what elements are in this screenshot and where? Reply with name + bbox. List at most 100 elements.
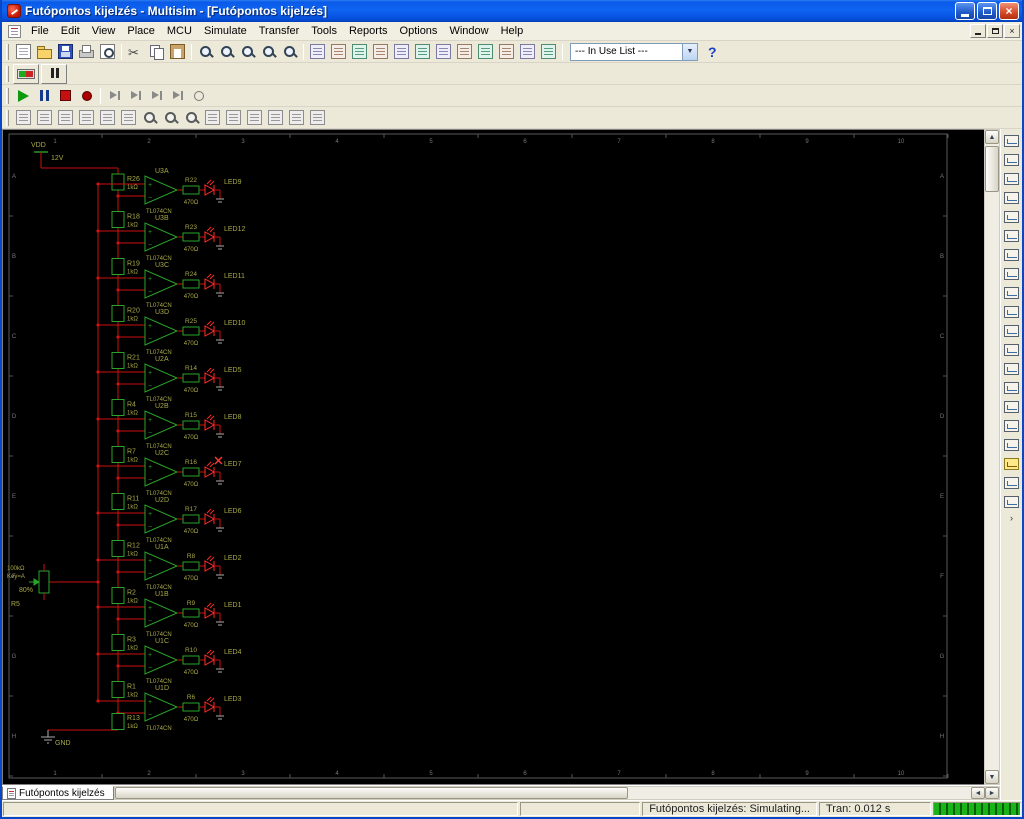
pauseswitch-button[interactable]	[41, 63, 67, 84]
save-button[interactable]	[55, 42, 76, 62]
play-button[interactable]	[13, 86, 34, 106]
toolbar-grip[interactable]	[6, 109, 9, 126]
scroll-right-button[interactable]: ►	[985, 787, 999, 799]
record-button[interactable]	[76, 86, 97, 106]
toolbar-grip[interactable]	[6, 43, 9, 60]
step-into-button[interactable]	[104, 86, 125, 106]
agilent-function-generator-button[interactable]	[1002, 397, 1022, 416]
frequency-counter-button[interactable]	[1002, 245, 1022, 264]
logic-converter-button[interactable]	[1002, 302, 1022, 321]
zoom-full-button[interactable]	[258, 42, 279, 62]
menu-place[interactable]: Place	[121, 23, 161, 39]
current-probe-button[interactable]	[1002, 492, 1022, 511]
restore-button[interactable]	[977, 2, 997, 20]
wattmeter-button[interactable]	[1002, 169, 1022, 188]
schematic-canvas[interactable]: 1 1 2 2 3 3 4 4 5 5 6 6 7 7 8 8 9 9 10 10 A A B B C C D D E E F F G G H H VD…	[2, 129, 984, 785]
vertical-scrollbar[interactable]: ▲ ▼	[984, 129, 1000, 785]
titlebar[interactable]: Futópontos kijelzés - Multisim - [Futópo…	[2, 0, 1022, 22]
run-to-cursor-button[interactable]	[167, 86, 188, 106]
menu-options[interactable]: Options	[394, 23, 444, 39]
menu-mcu[interactable]: MCU	[161, 23, 198, 39]
network-analyzer-button[interactable]	[1002, 378, 1022, 397]
region-capture-button[interactable]	[454, 42, 475, 62]
zoom-in-button[interactable]	[216, 42, 237, 62]
bode-plotter-button[interactable]	[1002, 226, 1022, 245]
child-restore-button[interactable]	[987, 24, 1003, 38]
menu-simulate[interactable]: Simulate	[198, 23, 253, 39]
cursor-button[interactable]	[118, 108, 139, 128]
iv-analyzer-button[interactable]	[1002, 321, 1022, 340]
grapher-button[interactable]	[391, 42, 412, 62]
overlay-traces-button[interactable]	[265, 108, 286, 128]
stop-button[interactable]	[55, 86, 76, 106]
child-close-button[interactable]: ×	[1004, 24, 1020, 38]
page-setup-button[interactable]	[307, 108, 328, 128]
cut-button[interactable]	[125, 42, 146, 62]
spreadsheet-view-button[interactable]	[328, 42, 349, 62]
measurement-probe-button[interactable]	[1002, 454, 1022, 473]
postprocessor-button[interactable]	[412, 42, 433, 62]
save-graph-button[interactable]	[55, 108, 76, 128]
menu-window[interactable]: Window	[443, 23, 494, 39]
step-over-button[interactable]	[125, 86, 146, 106]
child-minimize-button[interactable]	[970, 24, 986, 38]
minimize-button[interactable]	[955, 2, 975, 20]
zoom-graph-full-button[interactable]	[181, 108, 202, 128]
legend-toggle-button[interactable]	[223, 108, 244, 128]
menu-file[interactable]: File	[25, 23, 55, 39]
scroll-up-button[interactable]: ▲	[985, 130, 999, 144]
breakpoint-button[interactable]	[188, 86, 209, 106]
dropdown-arrow-icon[interactable]: ▼	[682, 43, 697, 60]
agilent-multimeter-button[interactable]	[1002, 416, 1022, 435]
zoom-graph-out-button[interactable]	[160, 108, 181, 128]
horizontal-scrollbar[interactable]: ◄ ►	[113, 786, 1000, 800]
vscroll-thumb[interactable]	[985, 146, 999, 192]
distortion-analyzer-button[interactable]	[1002, 340, 1022, 359]
zoom-area-button[interactable]	[195, 42, 216, 62]
back-annotate-button[interactable]	[475, 42, 496, 62]
print-button[interactable]	[76, 42, 97, 62]
tektronix-oscilloscope-button[interactable]	[1002, 473, 1022, 492]
create-component-button[interactable]	[370, 42, 391, 62]
close-button[interactable]: ×	[999, 2, 1019, 20]
sheet-tab[interactable]: Futópontos kijelzés	[2, 786, 114, 800]
scroll-down-button[interactable]: ▼	[985, 770, 999, 784]
toolbar-overflow-chevron-icon[interactable]: ›	[1010, 513, 1013, 523]
step-out-button[interactable]	[146, 86, 167, 106]
oscilloscope-button[interactable]	[1002, 188, 1022, 207]
design-toolbox-button[interactable]	[307, 42, 328, 62]
toolbar-grip[interactable]	[6, 87, 9, 104]
open-button[interactable]	[34, 42, 55, 62]
zoom-out-button[interactable]	[237, 42, 258, 62]
menu-help[interactable]: Help	[495, 23, 530, 39]
zoom-graph-in-button[interactable]	[139, 108, 160, 128]
menu-reports[interactable]: Reports	[343, 23, 394, 39]
hscroll-thumb[interactable]	[114, 787, 628, 799]
zoom-fit-button[interactable]	[279, 42, 300, 62]
menu-view[interactable]: View	[86, 23, 122, 39]
pause-button[interactable]	[34, 86, 55, 106]
forward-annotate-button[interactable]	[496, 42, 517, 62]
export-data-button[interactable]	[286, 108, 307, 128]
menu-edit[interactable]: Edit	[55, 23, 86, 39]
new-analysis-button[interactable]	[13, 108, 34, 128]
trace-properties-button[interactable]	[244, 108, 265, 128]
copy-button[interactable]	[146, 42, 167, 62]
edit-symbol-button[interactable]	[538, 42, 559, 62]
multimeter-button[interactable]	[1002, 131, 1022, 150]
agilent-oscilloscope-button[interactable]	[1002, 435, 1022, 454]
new-button[interactable]	[13, 42, 34, 62]
help-button[interactable]: ?	[702, 44, 723, 60]
vscroll-track[interactable]	[985, 144, 999, 770]
runswitch-button[interactable]	[13, 63, 39, 84]
in-use-list-dropdown[interactable]: --- In Use List --- ▼	[570, 42, 698, 61]
open-graph-button[interactable]	[34, 108, 55, 128]
word-generator-button[interactable]	[1002, 264, 1022, 283]
toolbar-grip[interactable]	[6, 65, 9, 82]
menu-tools[interactable]: Tools	[305, 23, 343, 39]
function-generator-button[interactable]	[1002, 150, 1022, 169]
grid-toggle-button[interactable]	[202, 108, 223, 128]
spectrum-analyzer-button[interactable]	[1002, 359, 1022, 378]
logic-analyzer-button[interactable]	[1002, 283, 1022, 302]
find-button[interactable]	[517, 42, 538, 62]
